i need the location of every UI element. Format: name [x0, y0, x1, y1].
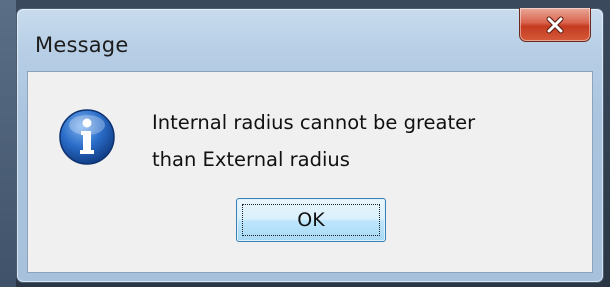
close-button[interactable] — [519, 8, 591, 42]
background-window-edge — [0, 0, 16, 287]
close-icon — [546, 16, 564, 33]
title-bar[interactable]: Message — [17, 8, 603, 71]
ok-button[interactable]: OK — [236, 198, 386, 242]
message-text: Internal radius cannot be greater than E… — [152, 111, 476, 171]
desktop-background: Message Internal radius cannot be greate… — [0, 0, 610, 287]
info-icon — [59, 109, 115, 165]
ok-button-label: OK — [242, 204, 380, 236]
dialog-body: Internal radius cannot be greater than E… — [27, 71, 593, 273]
message-dialog: Message Internal radius cannot be greate… — [16, 8, 604, 283]
window-title: Message — [35, 33, 129, 57]
